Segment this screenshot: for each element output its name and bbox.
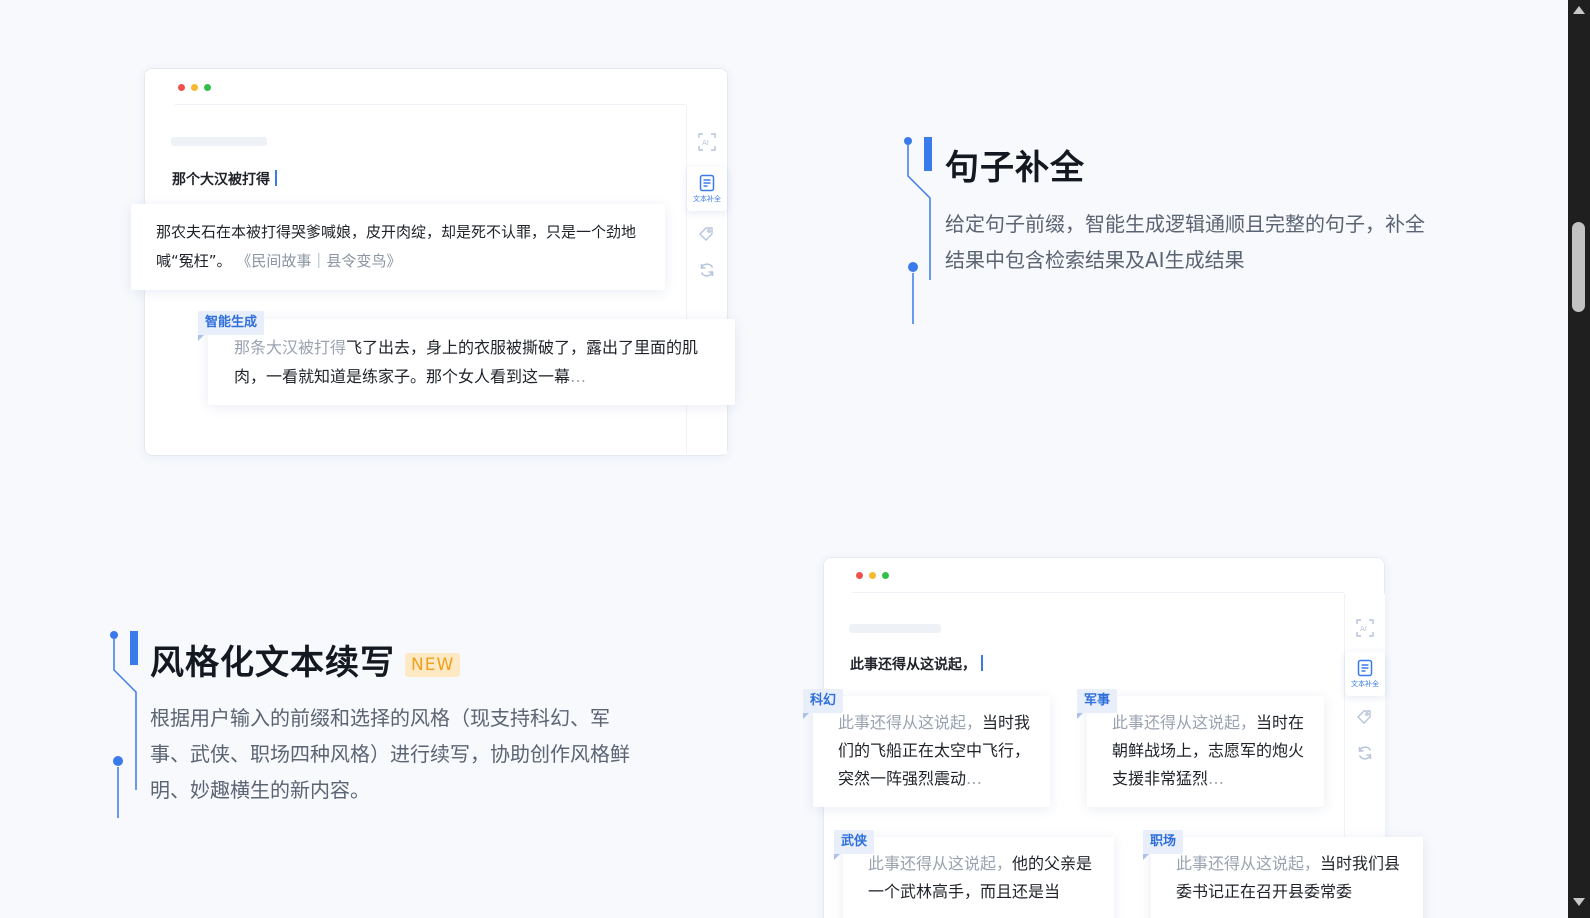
style-tag-scifi: 科幻 <box>803 689 844 719</box>
minimize-dot-icon <box>191 84 198 91</box>
style-card-scifi[interactable]: 此事还得从这说起，当时我们的飞船正在太空中飞行，突然一阵强烈震动… <box>813 696 1050 807</box>
ai-scan-icon[interactable]: AI <box>687 125 727 159</box>
window-header-divider <box>852 592 1344 593</box>
feature-title-text: 风格化文本续写 <box>150 643 395 683</box>
style-card-text: 此事还得从这说起，他的父亲是一个武林高手，而且还是当 <box>868 850 1103 906</box>
ai-result-prefix: 那条大汉被打得 <box>234 338 347 357</box>
feature-description: 根据用户输入的前缀和选择的风格（现支持科幻、军事、武侠、职场四种风格）进行续写，… <box>150 706 630 802</box>
tool-label: 文本补全 <box>1351 680 1379 688</box>
style-card-wuxia[interactable]: 此事还得从这说起，他的父亲是一个武林高手，而且还是当 <box>843 837 1114 918</box>
window-header-divider <box>175 104 685 105</box>
ai-scan-icon[interactable]: AI <box>1345 611 1385 645</box>
close-dot-icon <box>178 84 185 91</box>
maximize-dot-icon <box>204 84 211 91</box>
ai-generated-tag: 智能生成 <box>198 311 265 341</box>
ai-result-ellipsis: … <box>570 367 587 386</box>
page: 那个大汉被打得 AI 文本补全 那农夫石在本被打得哭爹喊娘，皮开肉绽，却是死不认… <box>0 0 1568 918</box>
tag-icon[interactable] <box>1345 700 1385 734</box>
style-card-text: 此事还得从这说起，当时在朝鲜战场上，志愿军的炮火支援非常猛烈… <box>1112 709 1312 793</box>
vertical-scrollbar[interactable] <box>1568 0 1590 918</box>
retrieval-source: 《民间故事｜县令变鸟》 <box>236 252 402 270</box>
text-completion-icon <box>699 174 715 192</box>
close-dot-icon <box>856 572 863 579</box>
text-completion-tool[interactable]: 文本补全 <box>687 167 727 211</box>
new-badge: NEW <box>405 652 461 677</box>
feature-title: 风格化文本续写 NEW <box>150 635 461 684</box>
text-caret <box>275 170 277 186</box>
maximize-dot-icon <box>882 572 889 579</box>
timeline-decoration <box>904 137 932 324</box>
text-completion-tool[interactable]: 文本补全 <box>1345 652 1385 696</box>
timeline-decoration <box>110 631 138 818</box>
prompt-text: 那个大汉被打得 <box>172 172 270 188</box>
ai-result-text: 那条大汉被打得飞了出去，身上的衣服被撕破了，露出了里面的肌肉，一看就知道是练家子… <box>234 333 709 391</box>
style-card-prefix: 此事还得从这说起， <box>838 713 983 732</box>
minimize-dot-icon <box>869 572 876 579</box>
scroll-thumb[interactable] <box>1572 222 1585 312</box>
tool-label: 文本补全 <box>693 195 721 203</box>
style-card-workplace[interactable]: 此事还得从这说起，当时我们县委书记正在召开县委常委 <box>1151 837 1423 918</box>
retrieval-result-card[interactable]: 那农夫石在本被打得哭爹喊娘，皮开肉绽，却是死不认罪，只是一个劲地喊“冤枉”。 《… <box>131 204 665 290</box>
style-card-prefix: 此事还得从这说起， <box>868 854 1013 873</box>
prompt-text: 此事还得从这说起， <box>850 657 976 673</box>
window-controls <box>856 572 889 579</box>
scroll-down-arrow-icon[interactable] <box>1573 898 1585 906</box>
style-card-prefix: 此事还得从这说起， <box>1112 713 1257 732</box>
style-card-prefix: 此事还得从这说起， <box>1176 854 1321 873</box>
style-card-text: 此事还得从这说起，当时我们县委书记正在召开县委常委 <box>1176 850 1416 906</box>
tag-icon[interactable] <box>687 217 727 251</box>
style-card-ellipsis: … <box>966 769 983 788</box>
skeleton-line <box>171 137 267 146</box>
scroll-up-arrow-icon[interactable] <box>1573 6 1585 14</box>
prompt-input[interactable]: 此事还得从这说起， <box>850 654 983 674</box>
style-tag-wuxia: 武侠 <box>834 830 875 860</box>
svg-text:AI: AI <box>702 139 709 147</box>
feature-title: 句子补全 <box>945 148 1085 188</box>
window-controls <box>178 84 211 91</box>
style-card-military[interactable]: 此事还得从这说起，当时在朝鲜战场上，志愿军的炮火支援非常猛烈… <box>1087 696 1324 807</box>
skeleton-line <box>849 624 941 633</box>
style-card-text: 此事还得从这说起，当时我们的飞船正在太空中飞行，突然一阵强烈震动… <box>838 709 1038 793</box>
prompt-input[interactable]: 那个大汉被打得 <box>172 169 277 189</box>
retrieval-result-text: 那农夫石在本被打得哭爹喊娘，皮开肉绽，却是死不认罪，只是一个劲地喊“冤枉”。 《… <box>156 218 636 276</box>
feature-description: 给定句子前缀，智能生成逻辑通顺且完整的句子，补全结果中包含检索结果及AI生成结果 <box>945 212 1425 272</box>
style-tag-military: 军事 <box>1077 689 1118 719</box>
refresh-icon[interactable] <box>687 253 727 287</box>
style-card-ellipsis: … <box>1208 769 1225 788</box>
ai-result-card[interactable]: 那条大汉被打得飞了出去，身上的衣服被撕破了，露出了里面的肌肉，一看就知道是练家子… <box>208 319 735 405</box>
text-completion-icon <box>1357 659 1373 677</box>
text-caret <box>981 655 983 671</box>
style-tag-workplace: 职场 <box>1143 830 1184 860</box>
svg-text:AI: AI <box>1360 625 1367 633</box>
refresh-icon[interactable] <box>1345 736 1385 770</box>
